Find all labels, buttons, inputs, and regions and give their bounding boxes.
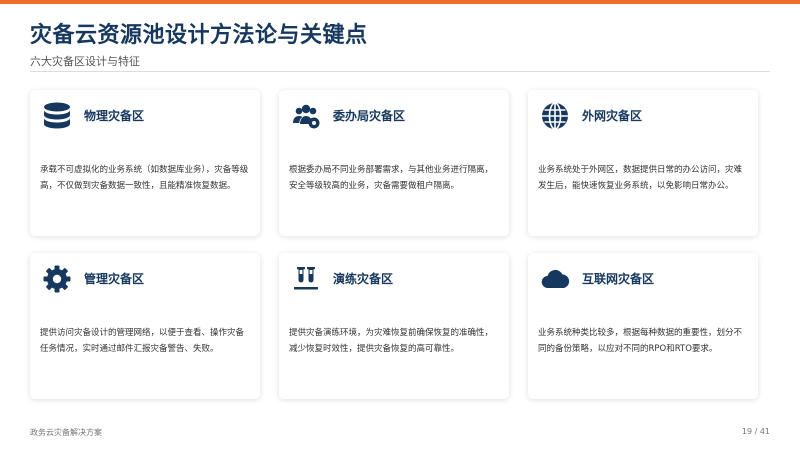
card-physical-dr: 物理灾备区 承载不可虚拟化的业务系统（如数据库业务），灾备等级高，不仅做到灾备数… <box>30 90 260 236</box>
footer-caption: 政务云灾备解决方案 <box>30 428 102 437</box>
page-subtitle: 六大灾备区设计与特征 <box>30 55 140 68</box>
database-icon <box>42 101 72 131</box>
card-drill-dr: 演练灾备区 提供灾备演练环境，为灾难恢复前确保恢复的准确性，减少恢复时效性，提供… <box>279 253 509 399</box>
card-extranet-dr: 外网灾备区 业务系统处于外网区，数据提供日常的办公访问，灾难发生后，能快速恢复业… <box>528 90 758 236</box>
page-title: 灾备云资源池设计方法论与关键点 <box>30 23 368 48</box>
card-description: 业务系统处于外网区，数据提供日常的办公访问，灾难发生后，能快速恢复业务系统，以免… <box>538 165 743 191</box>
card-management-dr: 管理灾备区 提供访问灾备设计的管理网络，以便于查看、操作灾备任务情况，实时通过邮… <box>30 253 260 399</box>
card-title: 外网灾备区 <box>582 109 643 123</box>
card-description: 承载不可虚拟化的业务系统（如数据库业务），灾备等级高，不仅做到灾备数据一致性，且… <box>40 165 249 191</box>
users-cog-icon <box>291 101 321 131</box>
card-title: 管理灾备区 <box>84 272 145 286</box>
card-description: 提供访问灾备设计的管理网络，以便于查看、操作灾备任务情况，实时通过邮件汇报灾备警… <box>40 328 245 354</box>
card-description: 根据委办局不同业务部署需求，与其他业务进行隔离，安全等级较高的业务，灾备需要做租… <box>289 165 494 191</box>
card-title: 演练灾备区 <box>333 272 394 286</box>
accent-top-bar <box>0 0 800 4</box>
card-internet-dr: 互联网灾备区 业务系统种类比较多，根据每种数据的重要性，划分不同的备份策略，以应… <box>528 253 758 399</box>
card-title: 委办局灾备区 <box>333 109 406 123</box>
card-description: 提供灾备演练环境，为灾难恢复前确保恢复的准确性，减少恢复时效性，提供灾备恢复的高… <box>289 328 494 354</box>
cloud-icon <box>540 264 570 294</box>
card-bureau-dr: 委办局灾备区 根据委办局不同业务部署需求，与其他业务进行隔离，安全等级较高的业务… <box>279 90 509 236</box>
card-title: 物理灾备区 <box>84 109 145 123</box>
page-number: 19 / 41 <box>741 427 770 436</box>
card-title: 互联网灾备区 <box>582 272 655 286</box>
header-divider <box>30 71 770 72</box>
test-tubes-icon <box>291 264 321 294</box>
card-description: 业务系统种类比较多，根据每种数据的重要性，划分不同的备份策略，以应对不同的RPO… <box>538 328 743 354</box>
gear-icon <box>42 264 72 294</box>
globe-icon <box>540 101 570 131</box>
